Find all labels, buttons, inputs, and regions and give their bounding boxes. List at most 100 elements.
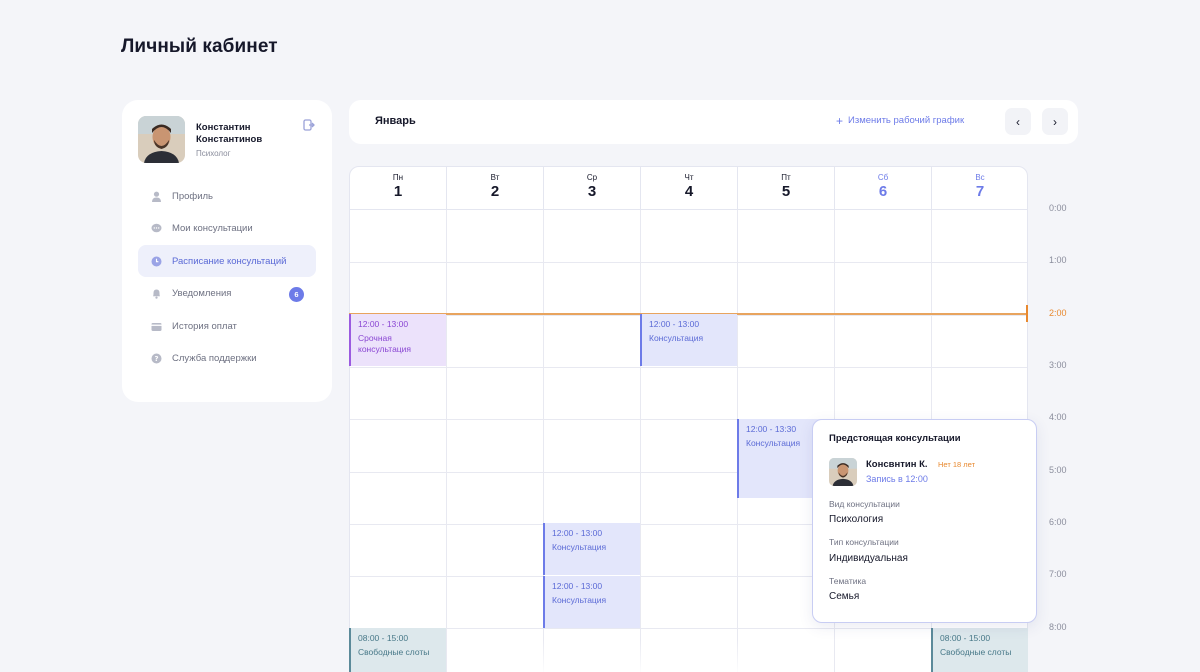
event-title: Свободные слоты: [358, 647, 430, 657]
event-time: 12:00 - 13:00: [649, 319, 700, 329]
svg-text:?: ?: [154, 355, 158, 363]
event-time: 12:00 - 13:00: [552, 528, 603, 538]
event-time: 12:00 - 13:00: [358, 319, 409, 329]
time-label: 7:00: [1049, 569, 1067, 579]
consultation-type-label: Вид консультации: [829, 499, 900, 509]
edit-schedule-label: Изменить рабочий график: [848, 115, 965, 126]
month-toolbar: Январь + Изменить рабочий график ‹ ›: [349, 100, 1078, 144]
day-header[interactable]: Вт 2: [447, 167, 544, 210]
notification-badge: 6: [289, 286, 304, 302]
grid-row-divider: [350, 367, 1027, 368]
day-name: Ср: [586, 173, 598, 182]
bell-icon: [151, 288, 162, 299]
client-age-badge: Нет 18 лет: [938, 460, 976, 469]
free-slots-event[interactable]: 08:00 - 15:00 Свободные слоты: [349, 628, 446, 672]
day-date: 2: [490, 183, 500, 200]
day-date: 7: [975, 183, 985, 200]
consultation-event[interactable]: 12:00 - 13:00 Консультация: [543, 576, 640, 628]
day-header[interactable]: Вс 7: [932, 167, 1027, 210]
day-name: Вс: [975, 173, 985, 182]
popover-title: Предстоящая консультации: [829, 433, 961, 444]
consultation-event[interactable]: 12:00 - 13:00 Консультация: [640, 314, 737, 366]
time-label: 1:00: [1049, 255, 1067, 265]
day-date: 1: [393, 183, 403, 200]
grid-column-divider: [446, 210, 447, 672]
sidebar: Константин Константинов Психолог Профиль…: [122, 100, 332, 402]
grid-row-divider: [350, 628, 1027, 629]
day-date: 5: [781, 183, 791, 200]
day-date: 3: [587, 183, 597, 200]
day-name: Чт: [684, 173, 694, 182]
sidebar-item-label: Уведомления: [172, 288, 232, 299]
user-icon: [151, 191, 162, 202]
time-label: 5:00: [1049, 465, 1067, 475]
consultation-event[interactable]: 12:00 - 13:00 Срочная консультация: [349, 314, 446, 366]
clock-icon: [151, 256, 162, 267]
sidebar-item-label: Расписание консультаций: [172, 255, 287, 267]
edit-schedule-link[interactable]: + Изменить рабочий график: [836, 113, 965, 128]
event-title: Свободные слоты: [940, 647, 1012, 657]
consultation-format-label: Тип консультации: [829, 537, 899, 547]
consultation-type-value: Психология: [829, 514, 884, 525]
sidebar-item-label: Служба поддержки: [172, 353, 257, 364]
day-header[interactable]: Пт 5: [738, 167, 835, 210]
chat-icon: [151, 223, 162, 234]
user-role: Психолог: [196, 149, 231, 158]
month-label: Январь: [375, 115, 416, 127]
time-label: 4:00: [1049, 412, 1067, 422]
consultation-event[interactable]: 12:00 - 13:00 Консультация: [543, 523, 640, 575]
event-title: Консультация: [649, 333, 704, 343]
time-label: 8:00: [1049, 622, 1067, 632]
user-name: Константин Константинов: [196, 122, 263, 145]
day-date: 4: [684, 183, 694, 200]
sidebar-nav: Профиль Мои консультации Расписание конс…: [138, 180, 316, 375]
client-avatar: [829, 458, 857, 486]
event-time: 08:00 - 15:00: [358, 633, 409, 643]
day-name: Вт: [490, 173, 500, 182]
free-slots-event[interactable]: 08:00 - 15:00 Свободные слоты: [931, 628, 1028, 672]
time-label: 3:00: [1049, 360, 1067, 370]
day-header[interactable]: Чт 4: [641, 167, 738, 210]
event-time: 08:00 - 15:00: [940, 633, 991, 643]
sidebar-item-notifications[interactable]: Уведомления 6: [138, 278, 316, 310]
page-title: Личный кабинет: [121, 36, 278, 57]
day-header[interactable]: Ср 3: [544, 167, 641, 210]
plus-icon: +: [836, 113, 844, 128]
sidebar-item-support[interactable]: ? Служба поддержки: [138, 343, 316, 375]
scroll-fade: [540, 640, 800, 672]
day-name: Пн: [392, 173, 404, 182]
event-time: 12:00 - 13:00: [552, 581, 603, 591]
upcoming-consultation-popover: Предстоящая консультации Консвнтин К. Не…: [812, 419, 1037, 623]
consultation-topic-label: Тематика: [829, 576, 867, 586]
prev-month-button[interactable]: ‹: [1005, 108, 1031, 135]
sidebar-item-label: История оплат: [172, 320, 237, 332]
appointment-time: Запись в 12:00: [866, 474, 928, 484]
sidebar-item-consultations[interactable]: Мои консультации: [138, 213, 316, 245]
consultation-format-value: Индивидуальная: [829, 553, 908, 564]
time-label: 2:00: [1049, 308, 1067, 318]
day-header[interactable]: Пн 1: [350, 167, 447, 210]
wallet-icon: [151, 321, 162, 332]
day-name: Сб: [877, 173, 889, 182]
event-title: Консультация: [552, 595, 607, 605]
time-label: 0:00: [1049, 203, 1067, 213]
next-month-button[interactable]: ›: [1042, 108, 1068, 135]
time-label: 6:00: [1049, 517, 1067, 527]
sidebar-item-label: Мои консультации: [172, 223, 253, 234]
day-header[interactable]: Сб 6: [835, 167, 932, 210]
day-name: Пт: [781, 173, 791, 182]
help-icon: ?: [151, 353, 162, 364]
logout-icon[interactable]: [303, 118, 315, 131]
avatar[interactable]: [138, 116, 185, 163]
grid-row-divider: [350, 262, 1027, 263]
client-name: Консвнтин К.: [866, 459, 928, 470]
event-title: Срочная консультация: [358, 333, 412, 354]
event-title: Консультация: [552, 542, 607, 552]
sidebar-item-schedule[interactable]: Расписание консультаций: [138, 245, 316, 277]
grid-column-divider: [640, 210, 641, 672]
sidebar-item-label: Профиль: [172, 190, 214, 202]
sidebar-item-payments[interactable]: История оплат: [138, 310, 316, 342]
consultation-topic-value: Семья: [829, 591, 860, 602]
sidebar-item-profile[interactable]: Профиль: [138, 180, 316, 212]
current-time-marker: [1026, 305, 1028, 322]
